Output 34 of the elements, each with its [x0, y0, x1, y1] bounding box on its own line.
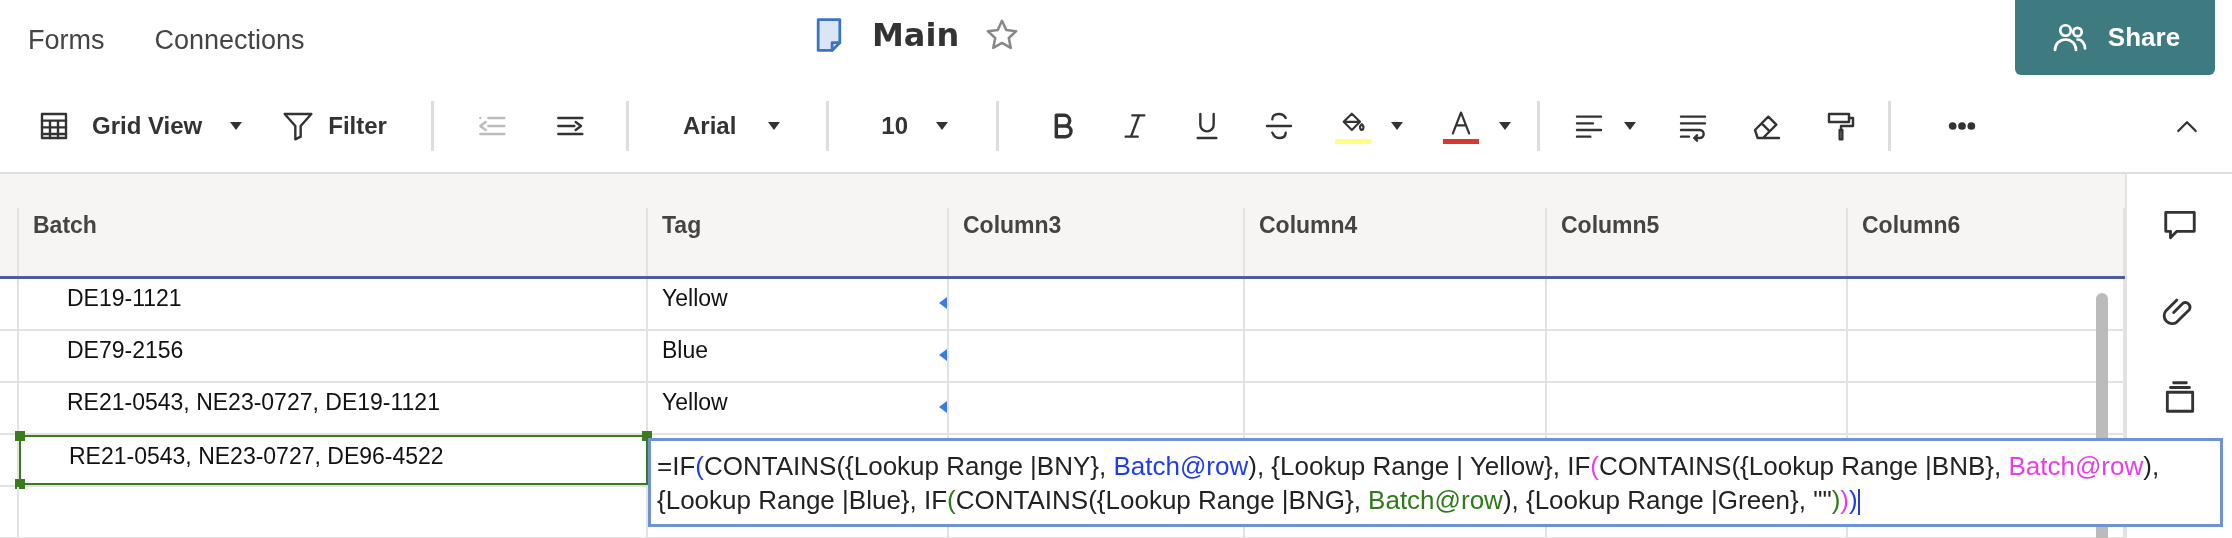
selection-handle[interactable]: [15, 431, 25, 441]
view-selector[interactable]: Grid View: [38, 110, 243, 142]
selection-handle[interactable]: [15, 479, 25, 489]
caret-icon[interactable]: [230, 122, 243, 130]
link-marker-icon: [939, 401, 947, 413]
caret-icon[interactable]: [936, 122, 948, 130]
table-cell: DE19-1121: [19, 279, 648, 329]
table-cell: Yellow: [648, 279, 949, 329]
column-header[interactable]: Column5: [1561, 211, 1660, 239]
table-cell: Blue: [648, 331, 949, 381]
caret-icon[interactable]: [1499, 122, 1511, 130]
formula-editor[interactable]: =IF(CONTAINS({Lookup Range |BNY}, Batch@row), {Lookup Range | Yellow}, IF(CONTAINS({Lookup Range |BNB}, Batch@row), {Lookup Range |Blue}, IF(CONTAINS({Lookup Range |BNG}, Batch@row), {Lookup Range |Green}, ""))): [648, 438, 2223, 527]
grid-icon: [38, 110, 70, 142]
link-marker-icon: [939, 349, 947, 361]
caret-icon[interactable]: [1391, 122, 1403, 130]
nav-link[interactable]: Forms: [28, 24, 105, 56]
strikethrough-icon[interactable]: [1263, 110, 1295, 142]
nav-link[interactable]: Connections: [154, 24, 305, 56]
sheet-title: Main: [872, 16, 960, 54]
filter-button[interactable]: Filter: [282, 110, 387, 142]
column-header[interactable]: Column6: [1862, 211, 1961, 239]
column-header[interactable]: Batch: [33, 211, 97, 239]
share-button[interactable]: Share: [2015, 0, 2215, 75]
table-cell: DE79-2156: [19, 331, 648, 381]
column-header[interactable]: Column3: [963, 211, 1062, 239]
funnel-icon: [282, 110, 315, 142]
caret-icon[interactable]: [768, 122, 781, 130]
column-header[interactable]: Tag: [662, 211, 702, 239]
star-icon[interactable]: [985, 18, 1020, 52]
font-size-selector[interactable]: 10: [881, 112, 948, 140]
link-marker-icon: [939, 297, 947, 309]
font-selector[interactable]: Arial: [682, 112, 781, 140]
column-header[interactable]: Column4: [1259, 211, 1358, 239]
caret-icon[interactable]: [1624, 122, 1636, 130]
